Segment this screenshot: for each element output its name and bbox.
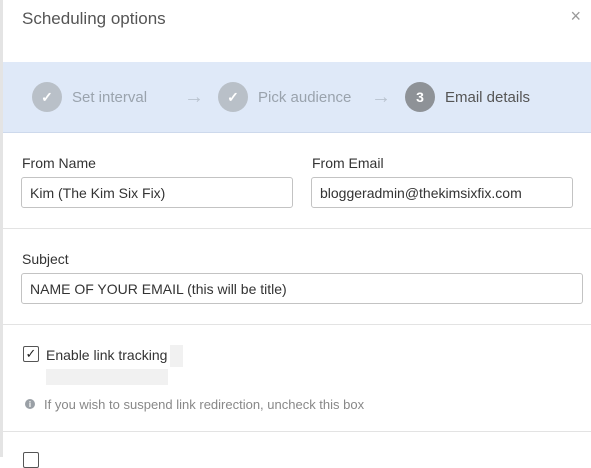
subject-label: Subject (22, 251, 69, 267)
modal-header: Scheduling options × (3, 0, 591, 62)
step-label: Email details (445, 88, 531, 106)
wizard-steps: ✓ Set interval → ✓ Pick audience → 3 Ema… (3, 62, 591, 133)
info-icon: i (25, 399, 35, 409)
from-email-input[interactable] (311, 177, 573, 208)
faint-highlight (170, 345, 183, 367)
step-label: Pick audience (258, 88, 352, 106)
divider (3, 228, 591, 229)
divider (3, 324, 591, 325)
close-icon[interactable]: × (570, 6, 581, 26)
link-tracking-hint: If you wish to suspend link redirection,… (44, 397, 365, 412)
from-name-label: From Name (22, 155, 96, 171)
arrow-right-icon: → (371, 86, 391, 108)
check-icon: ✓ (32, 82, 62, 112)
step-set-interval[interactable]: ✓ Set interval (32, 82, 147, 112)
step-email-details[interactable]: 3 Email details (405, 82, 530, 112)
arrow-right-icon: → (184, 86, 204, 108)
from-name-input[interactable] (21, 177, 293, 208)
divider (3, 431, 591, 432)
from-email-label: From Email (312, 155, 384, 171)
faint-highlight (46, 369, 168, 385)
step-label: Set interval (72, 88, 148, 106)
check-icon: ✓ (25, 346, 37, 361)
check-icon: ✓ (218, 82, 248, 112)
step-pick-audience[interactable]: ✓ Pick audience (218, 82, 351, 112)
subject-input[interactable] (21, 273, 583, 304)
next-option-checkbox[interactable] (23, 452, 39, 468)
link-tracking-checkbox[interactable]: ✓ (23, 346, 39, 362)
link-tracking-label[interactable]: Enable link tracking (46, 347, 167, 363)
modal-title: Scheduling options (22, 9, 166, 28)
step-number-badge: 3 (405, 82, 435, 112)
